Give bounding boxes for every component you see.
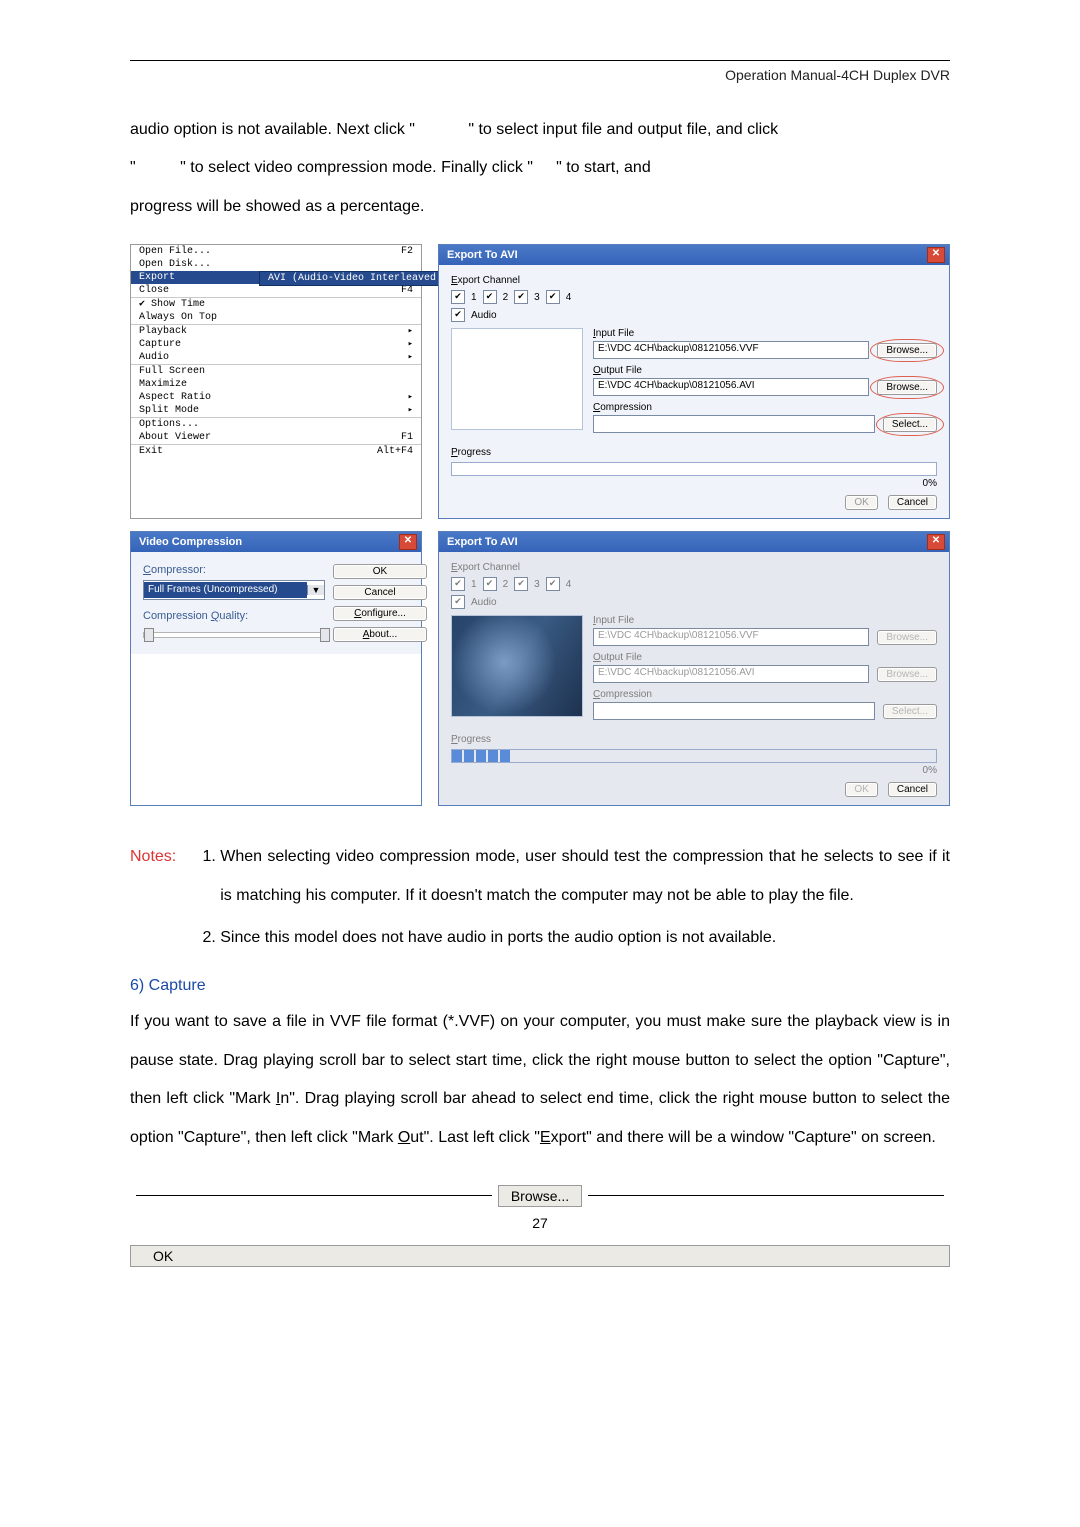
intro-line3: progress will be showed as a percentage.	[130, 198, 424, 215]
progress-label: Progress	[451, 734, 937, 745]
vc-ok-button[interactable]: OK	[333, 564, 427, 579]
menu-options[interactable]: Options...	[131, 418, 421, 431]
notes-body: When selecting video compression mode, u…	[200, 838, 950, 961]
menu-show-time[interactable]: ✔ Show Time	[131, 298, 421, 311]
section-6-paragraph: If you want to save a file in VVF file f…	[130, 1003, 950, 1157]
export-ok-button: OK	[845, 782, 877, 797]
intro-line2c: " to start, and	[556, 159, 651, 176]
menu-exit[interactable]: ExitAlt+F4	[131, 445, 421, 458]
menu-split-mode[interactable]: Split Mode	[131, 404, 421, 417]
close-icon[interactable]: ✕	[927, 247, 945, 263]
menu-always-on-top[interactable]: Always On Top	[131, 311, 421, 324]
export-dialog-title: Export To AVI	[447, 249, 518, 261]
vc-about-button[interactable]: About...	[333, 627, 427, 642]
close-icon[interactable]: ✕	[927, 534, 945, 550]
chk-audio[interactable]: ✔	[451, 308, 465, 322]
chk-ch3[interactable]: ✔	[514, 290, 528, 304]
preview-box	[451, 328, 583, 430]
vc-cancel-button[interactable]: Cancel	[333, 585, 427, 600]
intro-paragraph: audio option is not available. Next clic…	[130, 111, 950, 226]
menu-full-screen[interactable]: Full Screen	[131, 365, 421, 378]
chk-ch2: ✔	[483, 577, 497, 591]
intro-line2b: " to select video compression mode. Fina…	[180, 159, 533, 176]
progress-percent: 0%	[451, 478, 937, 489]
browse-input-button[interactable]: Browse...	[877, 343, 937, 358]
vc-quality-label: Compression Quality:	[143, 610, 323, 622]
compression-field	[593, 415, 875, 433]
chevron-down-icon[interactable]: ▼	[307, 585, 324, 595]
page-number: 27	[130, 1215, 950, 1231]
menu-playback[interactable]: Playback	[131, 325, 421, 338]
input-file-label: Input File	[593, 328, 937, 339]
input-file-field: E:\VDC 4CH\backup\08121056.VVF	[593, 628, 869, 646]
notes-label: Notes:	[130, 838, 176, 961]
compression-label: Compression	[593, 402, 937, 413]
vc-title: Video Compression	[139, 536, 242, 548]
preview-box	[451, 615, 583, 717]
output-file-label: Output File	[593, 365, 937, 376]
select-compression-button[interactable]: Select...	[883, 417, 937, 432]
menu-audio[interactable]: Audio	[131, 351, 421, 364]
menu-capture[interactable]: Capture	[131, 338, 421, 351]
browse-output-button: Browse...	[877, 667, 937, 682]
input-file-field[interactable]: E:\VDC 4CH\backup\08121056.VVF	[593, 341, 869, 359]
audio-label: Audio	[471, 597, 497, 608]
browse-button[interactable]: Browse...	[498, 1185, 582, 1207]
export-dialog-title: Export To AVI	[447, 536, 518, 548]
note-1: When selecting video compression mode, u…	[220, 838, 950, 915]
vc-compressor-combo[interactable]: Full Frames (Uncompressed) ▼	[143, 580, 325, 600]
context-menu: Open File...F2 Open Disk... Export AVI (…	[130, 244, 422, 519]
audio-label: Audio	[471, 310, 497, 321]
intro-line2a: "	[130, 159, 136, 176]
vc-quality-slider[interactable]	[143, 632, 323, 638]
export-channel-label: Export Channel	[451, 562, 937, 573]
chk-ch3: ✔	[514, 577, 528, 591]
progress-percent: 0%	[451, 765, 937, 776]
export-channels: ✔1 ✔2 ✔3 ✔4	[451, 290, 937, 304]
browse-input-button: Browse...	[877, 630, 937, 645]
vc-compressor-label: Compressor:	[143, 564, 323, 576]
close-icon[interactable]: ✕	[399, 534, 417, 550]
intro-line1a: audio option is not available. Next clic…	[130, 121, 415, 138]
note-2: Since this model does not have audio in …	[220, 919, 950, 957]
input-file-label: Input File	[593, 615, 937, 626]
export-channels: ✔1 ✔2 ✔3 ✔4	[451, 577, 937, 591]
export-cancel-button[interactable]: Cancel	[888, 495, 937, 510]
menu-open-disk[interactable]: Open Disk...	[131, 258, 421, 271]
export-channel-label: Export Channel	[451, 275, 937, 286]
progress-bar	[451, 462, 937, 476]
menu-about[interactable]: About ViewerF1	[131, 431, 421, 444]
progress-label: Progress	[451, 447, 937, 458]
slider-end-icon	[320, 628, 330, 642]
menu-maximize[interactable]: Maximize	[131, 378, 421, 391]
export-ok-button[interactable]: OK	[845, 495, 877, 510]
output-file-label: Output File	[593, 652, 937, 663]
section-6-heading: 6) Capture	[130, 977, 950, 995]
page-header: Operation Manual-4CH Duplex DVR	[130, 67, 950, 83]
ok-button[interactable]: OK	[130, 1245, 950, 1267]
export-dialog: Export To AVI ✕ Export Channel ✔1 ✔2 ✔3 …	[438, 244, 950, 519]
chk-audio: ✔	[451, 595, 465, 609]
menu-export[interactable]: Export AVI (Audio-Video Interleaved File…	[131, 271, 421, 284]
output-file-field[interactable]: E:\VDC 4CH\backup\08121056.AVI	[593, 378, 869, 396]
browse-output-button[interactable]: Browse...	[877, 380, 937, 395]
menu-open-file[interactable]: Open File...F2	[131, 245, 421, 258]
export-cancel-button[interactable]: Cancel	[888, 782, 937, 797]
bottom-strip: Browse...	[130, 1185, 950, 1207]
chk-ch2[interactable]: ✔	[483, 290, 497, 304]
progress-bar	[451, 749, 937, 763]
intro-line1b: " to select input file and output file, …	[468, 121, 778, 138]
chk-ch1: ✔	[451, 577, 465, 591]
chk-ch1[interactable]: ✔	[451, 290, 465, 304]
video-compression-dialog: Video Compression ✕ Compressor: Full Fra…	[130, 531, 422, 806]
compression-label: Compression	[593, 689, 937, 700]
chk-ch4[interactable]: ✔	[546, 290, 560, 304]
output-file-field: E:\VDC 4CH\backup\08121056.AVI	[593, 665, 869, 683]
compression-field	[593, 702, 875, 720]
export-dialog-progress: Export To AVI ✕ Export Channel ✔1 ✔2 ✔3 …	[438, 531, 950, 806]
select-compression-button: Select...	[883, 704, 937, 719]
vc-configure-button[interactable]: Configure...	[333, 606, 427, 621]
chk-ch4: ✔	[546, 577, 560, 591]
menu-aspect-ratio[interactable]: Aspect Ratio	[131, 391, 421, 404]
